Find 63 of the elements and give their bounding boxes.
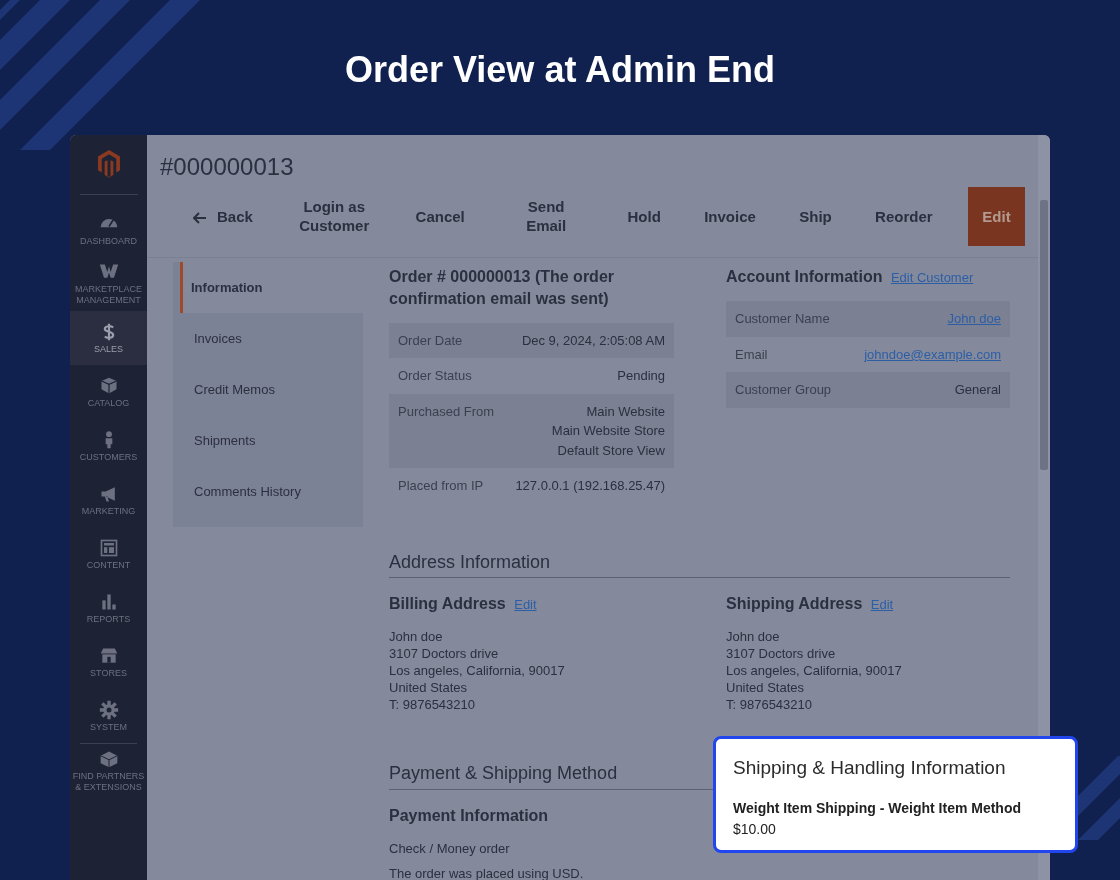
info-value: Main Website Main Website Store Default Store View [551,402,665,460]
info-label: Placed from IP [398,477,484,496]
info-label: Order Date [398,331,463,350]
address-text: John doe 3107 Doctors drive Los angeles, California, 90017 United States T: 9876543210 [726,628,903,714]
info-label: Purchased From [398,402,495,421]
scrollbar-thumb[interactable] [1040,200,1048,470]
shipping-price: $10.00 [733,819,777,839]
back-button[interactable]: Back [185,186,261,246]
info-label: Customer Name [735,310,830,329]
edit-link[interactable]: Edit [514,597,537,613]
gear-icon [98,699,119,720]
tab[interactable]: Credit Memos [173,364,363,415]
info-value: Dec 9, 2024, 2:05:08 AM [521,331,665,350]
sidebar-item[interactable]: CATALOG [70,365,147,419]
sidebar-item[interactable]: MARKETING [70,473,147,527]
page-headline: Order View at Admin End [344,48,776,92]
sidebar-item[interactable]: MARKETPLACE MANAGEMENT [70,257,147,311]
payment-title: Payment Information [389,805,549,826]
action-button[interactable]: Cancel [407,186,473,246]
layout-icon [98,537,119,558]
edit-link[interactable]: Edit [870,597,894,613]
payment-text: Check / Money order [389,839,511,857]
shipping-method: Weight Item Shipping - Weight Item Method [733,798,1023,818]
logo-icon [79,147,138,195]
address-text: John doe 3107 Doctors drive Los angeles, California, 90017 United States T: 9876543210 [389,628,566,714]
sidebar-item[interactable]: CUSTOMERS [70,419,147,473]
sidebar-item[interactable]: CONTENT [70,527,147,581]
address-title: Billing Address [389,595,506,613]
action-button[interactable]: Hold [619,186,669,246]
action-button[interactable]: Send Email [500,186,593,246]
info-label: Customer Group [735,381,832,400]
info-value: General [954,381,1001,400]
left-arrow-icon [193,211,207,224]
section-title: Account Information [726,268,883,285]
tab[interactable]: Invoices [173,313,363,364]
info-value: Pending [617,367,665,386]
edit-button[interactable]: Edit [968,186,1025,246]
action-button[interactable]: Login as Customer [288,186,381,246]
box-icon [98,375,119,396]
action-button[interactable]: Invoice [696,186,764,246]
sidebar-item[interactable]: STORES [70,635,147,689]
edit-customer-link[interactable]: Edit Customer [890,270,974,285]
sidebar-item[interactable]: SYSTEM [70,689,147,743]
info-label: Email [735,345,768,364]
tab[interactable]: Information [180,262,363,313]
payment-text: The order was placed using USD. [389,864,585,880]
section-title: Order # 000000013 (The order confirmation email was sent) [389,267,615,310]
action-button[interactable]: Ship [791,186,840,246]
tab[interactable]: Shipments [173,415,363,466]
brick-icon [98,749,119,770]
sidebar-item[interactable]: REPORTS [70,581,147,635]
action-button[interactable]: Reorder [867,186,941,246]
info-label: Order Status [398,367,472,386]
info-value: 127.0.0.1 (192.168.25.47) [515,477,665,496]
sidebar-item[interactable]: FIND PARTNERS & EXTENSIONS [70,744,147,798]
order-title: #000000013 [160,153,295,182]
info-link[interactable]: John doe [947,309,1001,329]
address-title: Shipping Address [726,595,863,613]
section-heading: Address Information [389,551,1010,579]
sidebar-item[interactable]: SALES [70,311,147,365]
tab[interactable]: Comments History [173,466,363,517]
sidebar-item[interactable]: DASHBOARD [70,203,147,257]
info-link[interactable]: johndoe@example.com [864,344,1001,365]
